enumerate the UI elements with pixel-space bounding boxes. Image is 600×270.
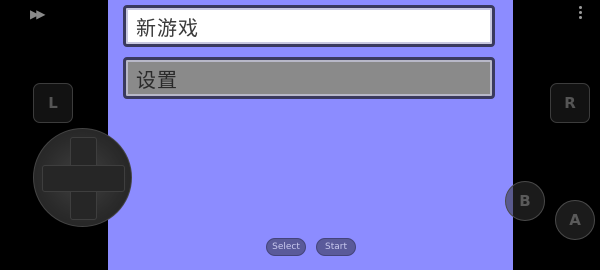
- l-button-label: L: [48, 94, 58, 112]
- menu-item-label: 新游戏: [136, 15, 199, 40]
- select-button[interactable]: Select: [266, 238, 306, 256]
- b-button-label: B: [519, 192, 531, 210]
- more-vertical-icon[interactable]: [577, 6, 583, 19]
- menu-item-new-game[interactable]: 新游戏: [123, 5, 495, 47]
- start-button-label: Start: [325, 242, 347, 252]
- b-button[interactable]: B: [505, 181, 545, 221]
- dpad-icon[interactable]: [33, 128, 132, 227]
- menu-item-settings[interactable]: 设置: [123, 57, 495, 99]
- a-button[interactable]: A: [555, 200, 595, 240]
- r-shoulder-button[interactable]: R: [550, 83, 590, 123]
- menu-item-label: 设置: [136, 67, 178, 92]
- l-shoulder-button[interactable]: L: [33, 83, 73, 123]
- emulator-screen: ▶▶ 新游戏 设置 Select Start L R B A: [0, 0, 600, 270]
- dpad-center: [71, 166, 95, 190]
- select-button-label: Select: [272, 242, 300, 252]
- start-button[interactable]: Start: [316, 238, 356, 256]
- fast-forward-icon[interactable]: ▶▶: [30, 7, 46, 21]
- a-button-label: A: [569, 211, 581, 229]
- r-button-label: R: [564, 94, 576, 112]
- game-display: 新游戏 设置 Select Start: [108, 0, 513, 270]
